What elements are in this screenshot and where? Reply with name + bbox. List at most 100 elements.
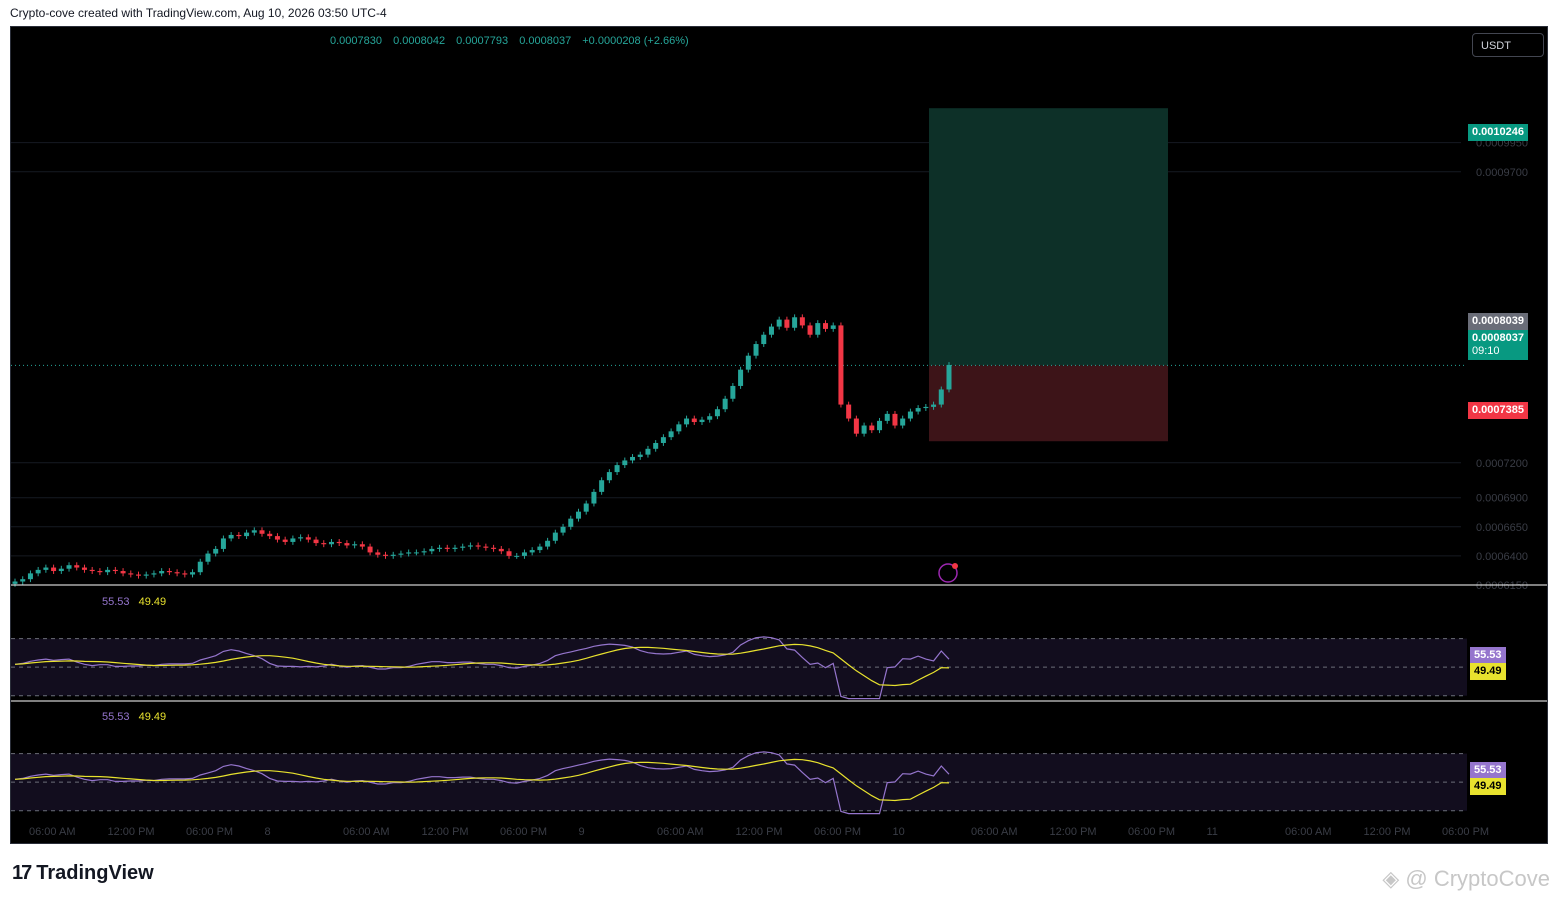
candle-body: [159, 571, 165, 574]
candle-body: [120, 571, 126, 574]
candle-body: [637, 454, 643, 457]
candle-body: [20, 579, 26, 582]
rsi-ma-axis-label-2: 49.49: [1470, 778, 1506, 795]
x-tick-label: 06:00 PM: [186, 826, 233, 838]
candle-body: [506, 551, 512, 556]
target-zone: [929, 108, 1168, 366]
candle-body: [575, 511, 581, 519]
target-price-label: 0.0010246: [1468, 124, 1528, 141]
last-price-value: 0.0008037: [1472, 332, 1524, 344]
candle-body: [838, 325, 844, 405]
candle-body: [730, 385, 736, 399]
candle-body: [27, 573, 33, 580]
candle-body: [244, 532, 250, 537]
y-tick-label: 0.0006900: [1476, 493, 1528, 505]
candle-body: [714, 409, 720, 417]
candle-body: [799, 317, 805, 326]
x-tick-label: 10: [893, 826, 905, 838]
candle-body: [35, 569, 41, 574]
rsi-value-2: 55.53: [102, 711, 130, 723]
candle-body: [545, 540, 551, 547]
candle-body: [336, 541, 342, 544]
candle-body: [537, 546, 543, 551]
x-tick-label: 06:00 PM: [1128, 826, 1175, 838]
candle-body: [213, 548, 219, 554]
ohlc-open: 0.0007830: [330, 35, 382, 47]
ohlc-legend: 0.0007830 0.0008042 0.0007793 0.0008037 …: [330, 35, 697, 47]
candle-body: [205, 553, 211, 562]
notification-dot-icon: [952, 563, 958, 569]
candle-body: [745, 355, 751, 370]
tradingview-logo: 17 TradingView: [12, 862, 154, 884]
candle-body: [668, 431, 674, 438]
candle-body: [475, 545, 481, 547]
candle-body: [290, 538, 296, 542]
candle-body: [58, 568, 64, 572]
y-tick-label: 0.0006650: [1476, 522, 1528, 534]
candle-body: [514, 555, 520, 557]
candle-body: [699, 419, 705, 423]
candle-body: [660, 437, 666, 443]
candle-body: [429, 548, 435, 552]
candle-body: [220, 538, 226, 549]
candle-body: [51, 567, 57, 572]
candle-body: [74, 565, 80, 568]
rsi-ma-axis-label-1: 49.49: [1470, 663, 1506, 680]
candle-body: [313, 539, 319, 544]
candle-body: [12, 581, 18, 584]
price-chart[interactable]: 0.00099500.00097000.00072000.00069000.00…: [11, 27, 1547, 843]
candle-body: [822, 323, 828, 329]
candle-body: [792, 317, 798, 328]
candle-body: [251, 530, 257, 533]
x-tick-label: 9: [579, 826, 585, 838]
candle-body: [807, 325, 813, 335]
candle-body: [236, 534, 242, 537]
candle-body: [228, 534, 234, 539]
x-tick-label: 06:00 AM: [1285, 826, 1331, 838]
y-tick-label: 0.0006400: [1476, 551, 1528, 563]
candle-body: [815, 323, 821, 335]
rsi-axis-label-1: 55.53: [1470, 647, 1506, 664]
currency-selector[interactable]: USDT: [1472, 33, 1544, 57]
candle-body: [97, 571, 103, 573]
x-tick-label: 12:00 PM: [1050, 826, 1097, 838]
candle-body: [630, 456, 636, 461]
candle-body: [931, 404, 937, 407]
x-tick-label: 06:00 AM: [657, 826, 703, 838]
candle-body: [437, 547, 443, 549]
ohlc-low: 0.0007793: [456, 35, 509, 47]
ohlc-high: 0.0008042: [393, 35, 446, 47]
tradingview-logo-icon: 17: [12, 862, 32, 884]
candle-body: [491, 547, 497, 549]
x-tick-label: 06:00 AM: [971, 826, 1017, 838]
candle-body: [853, 418, 859, 434]
candle-body: [305, 537, 311, 540]
candle-body: [583, 503, 589, 512]
candle-body: [444, 547, 450, 549]
candle-body: [267, 533, 273, 537]
candle-body: [112, 569, 118, 572]
candle-body: [452, 547, 458, 549]
candle-body: [197, 561, 203, 573]
candle-body: [413, 552, 419, 554]
candle-body: [321, 543, 327, 545]
candle-body: [877, 420, 883, 431]
cryptocove-watermark: ◈ @ CryptoCove: [1382, 866, 1550, 891]
x-tick-label: 12:00 PM: [108, 826, 155, 838]
candle-body: [691, 418, 697, 423]
last-price-gray-label: 0.0008039: [1468, 313, 1528, 330]
candle-body: [182, 573, 188, 575]
candle-body: [552, 532, 558, 541]
candle-body: [174, 572, 180, 574]
candle-body: [676, 424, 682, 432]
candle-body: [43, 567, 49, 570]
candle-body: [128, 573, 134, 575]
candle-body: [560, 526, 566, 533]
x-tick-label: 06:00 PM: [500, 826, 547, 838]
y-tick-label: 0.0006150: [1476, 580, 1528, 592]
x-tick-label: 12:00 PM: [736, 826, 783, 838]
candle-body: [861, 425, 867, 434]
x-tick-label: 12:00 PM: [1364, 826, 1411, 838]
stop-zone: [929, 365, 1168, 442]
candle-body: [66, 565, 72, 569]
